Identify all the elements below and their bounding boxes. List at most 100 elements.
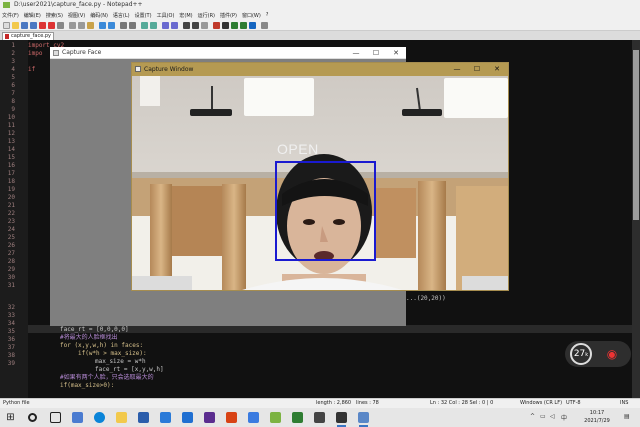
line-number: 24 (7, 226, 15, 233)
ime-indicator[interactable]: 中 (561, 413, 567, 422)
code-line-32: face_rt = [0,0,0,0] (60, 326, 129, 333)
search-icon[interactable] (28, 413, 37, 422)
menu-window[interactable]: 窗口(W) (242, 12, 261, 19)
window-icon (135, 66, 141, 72)
stop-macro-icon[interactable] (222, 22, 229, 29)
menu-edit[interactable]: 编辑(E) (24, 12, 41, 19)
line-number-gutter: 1 2 3 4 5 6 7 8 9 10 11 12 13 14 15 16 17 18 19 20 21 22 23 24 2… (0, 40, 28, 398)
task-view-icon[interactable] (50, 412, 61, 423)
close-button[interactable]: ✕ (487, 63, 507, 76)
menu-language[interactable]: 语言(L) (113, 12, 130, 19)
capture-window-titlebar[interactable]: Capture Window — ☐ ✕ (132, 63, 508, 76)
close-file-icon[interactable] (39, 22, 46, 29)
minimize-button[interactable]: — (447, 63, 467, 76)
notepad-taskbar-icon[interactable] (270, 412, 281, 423)
app-icon-green[interactable] (292, 412, 303, 423)
maximize-button[interactable]: ☐ (467, 63, 487, 76)
line-number: 17 (7, 170, 15, 177)
wrap-icon[interactable] (183, 22, 190, 29)
minimize-button[interactable]: — (346, 47, 366, 59)
line-number: 13 (7, 138, 15, 145)
mail-icon[interactable] (182, 412, 193, 423)
terminal-icon[interactable] (314, 412, 325, 423)
copy-icon[interactable] (78, 22, 85, 29)
camera-feed: OPEN (132, 76, 508, 290)
show-hidden-icons[interactable]: ^ (530, 413, 535, 420)
status-eol: Windows (CR LF) (520, 400, 563, 406)
menu-help[interactable]: ? (266, 12, 269, 18)
menu-macro[interactable]: 宏(M) (179, 12, 192, 19)
zoom-out-icon[interactable] (150, 22, 157, 29)
print-icon[interactable] (57, 22, 64, 29)
editor-scrollbar[interactable] (632, 40, 640, 398)
line-number: 25 (7, 234, 15, 241)
status-length: length : 2,860 (316, 400, 352, 406)
app-icon-blue[interactable] (248, 412, 259, 423)
code-line-2: impo (28, 50, 43, 57)
find-icon[interactable] (120, 22, 127, 29)
capture-window-taskbar-icon[interactable] (358, 412, 369, 427)
line-number: 5 (11, 74, 15, 81)
npp-titlebar: D:\user2021\capture_face.py - Notepad++ (0, 0, 640, 10)
play-macro-icon[interactable] (231, 22, 238, 29)
tab-capture-face[interactable]: capture_face.py (2, 32, 54, 40)
undo-icon[interactable] (99, 22, 106, 29)
line-number: 32 (7, 304, 15, 311)
close-button[interactable]: ✕ (386, 47, 406, 59)
file-explorer-icon[interactable] (116, 412, 127, 423)
notifications-icon[interactable]: ▤ (624, 413, 630, 420)
zoom-in-icon[interactable] (141, 22, 148, 29)
capture-window[interactable]: Capture Window — ☐ ✕ OPEN (131, 62, 509, 291)
line-number: 35 (7, 328, 15, 335)
widgets-icon[interactable] (72, 412, 83, 423)
menu-encoding[interactable]: 编码(N) (90, 12, 108, 19)
menu-search[interactable]: 搜索(S) (46, 12, 63, 19)
line-number: 4 (11, 66, 15, 73)
close-all-icon[interactable] (48, 22, 55, 29)
network-speed-widget[interactable]: 27k ◉ (565, 341, 631, 367)
npp-menubar: 文件(F) 编辑(E) 搜索(S) 视图(V) 编码(N) 语言(L) 设置(T… (0, 10, 640, 20)
network-speed-gauge: 27k (570, 343, 592, 365)
npp-toolbar (0, 20, 640, 31)
replace-icon[interactable] (129, 22, 136, 29)
start-windows-icon[interactable]: ⊞ (5, 412, 16, 423)
face-bounding-box (275, 161, 376, 261)
menu-run[interactable]: 运行(R) (198, 12, 215, 19)
show-all-icon[interactable] (192, 22, 199, 29)
save-all-icon[interactable] (30, 22, 37, 29)
menu-file[interactable]: 文件(F) (2, 12, 19, 19)
run-macro-icon[interactable] (240, 22, 247, 29)
scrollbar-thumb[interactable] (633, 50, 639, 220)
redo-icon[interactable] (108, 22, 115, 29)
network-icon[interactable]: ▭ (540, 413, 546, 420)
eye-state-label: OPEN (277, 141, 319, 157)
word-icon[interactable] (138, 412, 149, 423)
indent-guide-icon[interactable] (201, 22, 208, 29)
powerpoint-icon[interactable] (226, 412, 237, 423)
maximize-button[interactable]: ☐ (366, 47, 386, 59)
paste-icon[interactable] (87, 22, 94, 29)
python-window-icon[interactable] (336, 412, 347, 427)
system-clock[interactable]: 10:17 2021/7/29 (575, 409, 619, 425)
sync-v-icon[interactable] (162, 22, 169, 29)
new-file-icon[interactable] (3, 22, 10, 29)
onenote-icon[interactable] (204, 412, 215, 423)
save-icon[interactable] (21, 22, 28, 29)
line-number: 16 (7, 162, 15, 169)
menu-settings[interactable]: 设置(T) (135, 12, 152, 19)
menu-view[interactable]: 视图(V) (68, 12, 85, 19)
open-file-icon[interactable] (12, 22, 19, 29)
record-macro-icon[interactable] (213, 22, 220, 29)
cut-icon[interactable] (69, 22, 76, 29)
menu-tools[interactable]: 工具(O) (157, 12, 175, 19)
volume-icon[interactable]: ◁ (550, 413, 555, 420)
line-number: 14 (7, 146, 15, 153)
menu-plugins[interactable]: 插件(P) (220, 12, 237, 19)
sync-h-icon[interactable] (171, 22, 178, 29)
code-line-35: if(w*h > max_size): (78, 350, 147, 357)
edge-icon[interactable] (94, 412, 105, 423)
capture-face-titlebar[interactable]: Capture Face — ☐ ✕ (50, 47, 406, 59)
store-icon[interactable] (160, 412, 171, 423)
spellcheck-icon[interactable] (261, 22, 268, 29)
save-macro-icon[interactable] (249, 22, 256, 29)
